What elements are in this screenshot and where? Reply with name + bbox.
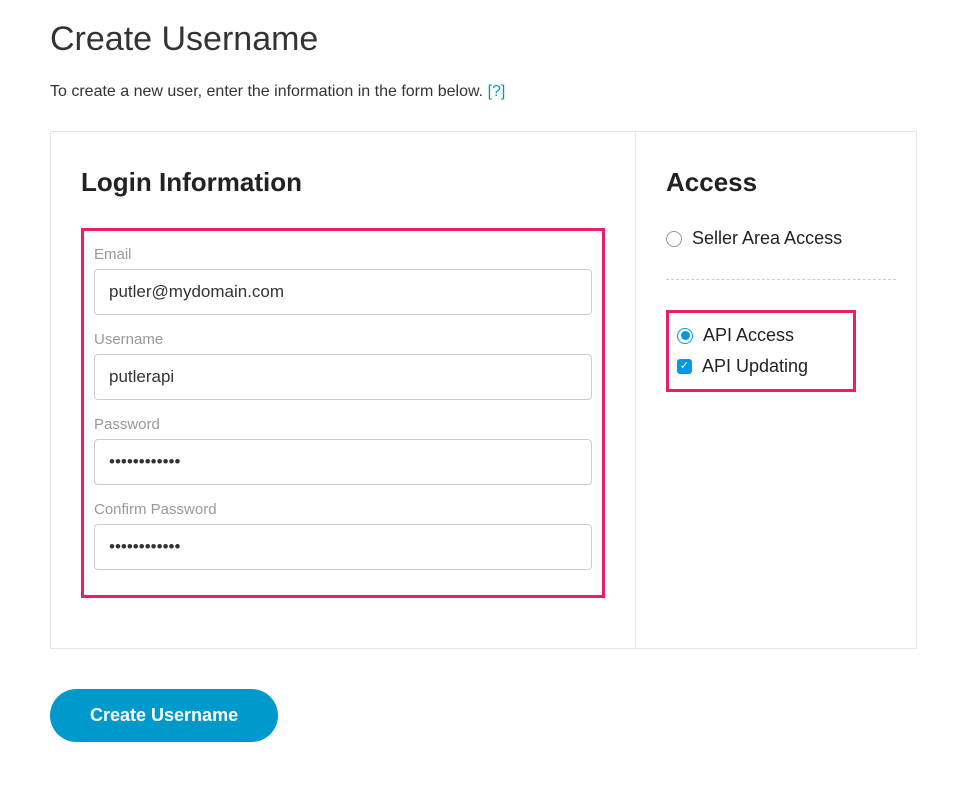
login-highlight-box: Email Username Password Confirm Password (81, 228, 605, 598)
radio-icon-checked (677, 328, 693, 344)
username-input[interactable] (94, 354, 592, 400)
api-access-radio-row[interactable]: API Access (677, 325, 843, 346)
confirm-password-input[interactable] (94, 524, 592, 570)
checkbox-icon-checked: ✓ (677, 359, 692, 374)
create-username-button[interactable]: Create Username (50, 689, 278, 742)
email-field-group: Email (94, 246, 592, 315)
username-label: Username (94, 331, 592, 348)
confirm-password-label: Confirm Password (94, 501, 592, 518)
seller-access-radio-row[interactable]: Seller Area Access (666, 228, 896, 249)
radio-dot-icon (681, 331, 690, 340)
login-section-title: Login Information (81, 167, 605, 198)
seller-access-group: Seller Area Access (666, 228, 896, 279)
login-section: Login Information Email Username Passwor… (51, 132, 636, 648)
email-label: Email (94, 246, 592, 263)
password-input[interactable] (94, 439, 592, 485)
password-label: Password (94, 416, 592, 433)
page-subtitle: To create a new user, enter the informat… (50, 83, 917, 101)
subtitle-text: To create a new user, enter the informat… (50, 83, 488, 100)
api-access-highlight-box: API Access ✓ API Updating (666, 310, 856, 392)
password-field-group: Password (94, 416, 592, 485)
radio-icon (666, 231, 682, 247)
page-title: Create Username (50, 20, 917, 59)
seller-access-label: Seller Area Access (692, 228, 842, 249)
api-updating-label: API Updating (702, 356, 808, 377)
username-field-group: Username (94, 331, 592, 400)
access-section: Access Seller Area Access API Access ✓ A… (636, 132, 916, 648)
api-updating-checkbox-row[interactable]: ✓ API Updating (677, 356, 843, 377)
email-input[interactable] (94, 269, 592, 315)
confirm-field-group: Confirm Password (94, 501, 592, 570)
form-container: Login Information Email Username Passwor… (50, 131, 917, 649)
access-section-title: Access (666, 167, 896, 198)
check-icon: ✓ (680, 361, 689, 372)
divider (666, 279, 896, 280)
api-access-label: API Access (703, 325, 794, 346)
help-link[interactable]: [?] (488, 83, 506, 100)
